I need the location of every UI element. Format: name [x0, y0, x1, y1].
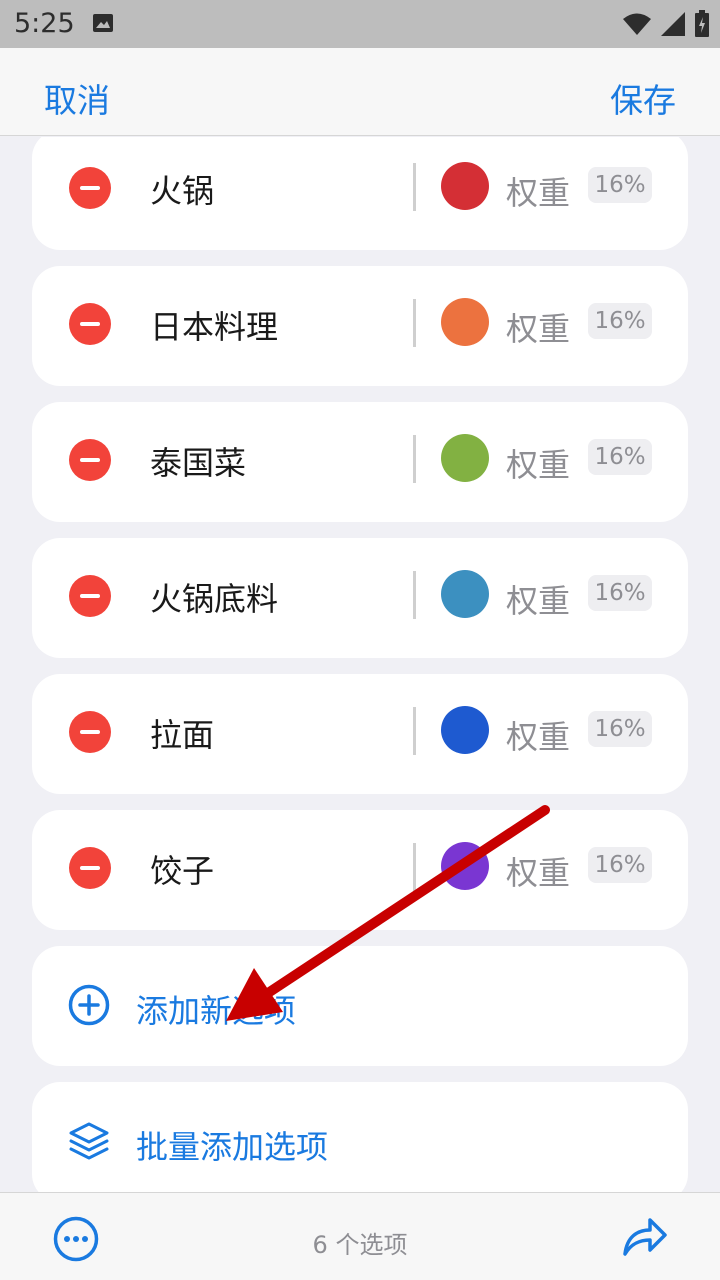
option-color-swatch[interactable] — [441, 570, 489, 618]
plus-circle-icon — [68, 984, 110, 1030]
weight-label: 权重 — [506, 310, 571, 348]
remove-option-button[interactable] — [69, 575, 111, 617]
add-option-label: 添加新选项 — [136, 992, 297, 1030]
weight-label: 权重 — [506, 718, 571, 756]
option-name[interactable]: 泰国菜 — [150, 438, 246, 484]
option-card: 泰国菜 权重 16% — [32, 402, 688, 522]
option-color-swatch[interactable] — [441, 842, 489, 890]
divider — [413, 843, 416, 891]
layers-icon — [68, 1120, 110, 1166]
remove-option-button[interactable] — [69, 167, 111, 209]
option-color-swatch[interactable] — [441, 434, 489, 482]
option-card: 火锅底料 权重 16% — [32, 538, 688, 658]
weight-badge[interactable]: 16% — [588, 847, 652, 883]
weight-badge[interactable]: 16% — [588, 303, 652, 339]
battery-icon — [694, 10, 710, 42]
weight-badge[interactable]: 16% — [588, 439, 652, 475]
status-time: 5:25 — [14, 8, 75, 39]
divider — [413, 435, 416, 483]
option-color-swatch[interactable] — [441, 298, 489, 346]
weight-label: 权重 — [506, 446, 571, 484]
image-notification-icon — [92, 13, 114, 37]
divider — [413, 707, 416, 755]
remove-option-button[interactable] — [69, 847, 111, 889]
cancel-button[interactable]: 取消 — [44, 74, 110, 122]
save-button[interactable]: 保存 — [610, 74, 676, 122]
option-color-swatch[interactable] — [441, 162, 489, 210]
bottom-bar: 6 个选项 — [0, 1192, 720, 1280]
weight-label: 权重 — [506, 582, 571, 620]
weight-badge[interactable]: 16% — [588, 711, 652, 747]
status-bar: 5:25 — [0, 0, 720, 48]
option-card: 火锅 权重 16% — [32, 137, 688, 250]
divider — [413, 299, 416, 347]
remove-option-button[interactable] — [69, 439, 111, 481]
option-name[interactable]: 火锅底料 — [150, 574, 278, 620]
bulk-add-button[interactable]: 批量添加选项 — [32, 1082, 688, 1192]
weight-label: 权重 — [506, 854, 571, 892]
option-card: 日本料理 权重 16% — [32, 266, 688, 386]
option-name[interactable]: 拉面 — [150, 710, 214, 756]
remove-option-button[interactable] — [69, 711, 111, 753]
option-color-swatch[interactable] — [441, 706, 489, 754]
weight-badge[interactable]: 16% — [588, 575, 652, 611]
weight-badge[interactable]: 16% — [588, 167, 652, 203]
nav-bar: 取消 保存 — [0, 48, 720, 136]
option-name[interactable]: 火锅 — [150, 166, 214, 212]
signal-icon — [660, 11, 686, 41]
option-name[interactable]: 日本料理 — [150, 302, 278, 348]
option-card: 拉面 权重 16% — [32, 674, 688, 794]
option-card: 饺子 权重 16% — [32, 810, 688, 930]
share-icon[interactable] — [622, 1215, 668, 1261]
options-list[interactable]: 火锅 权重 16% 日本料理 权重 16% 泰国菜 权重 16% 火锅底料 权重… — [0, 137, 720, 1192]
divider — [413, 571, 416, 619]
status-icons — [622, 10, 710, 42]
divider — [413, 163, 416, 211]
weight-label: 权重 — [506, 174, 571, 212]
bulk-add-label: 批量添加选项 — [136, 1128, 329, 1166]
option-name[interactable]: 饺子 — [150, 846, 214, 892]
remove-option-button[interactable] — [69, 303, 111, 345]
option-count: 6 个选项 — [312, 1231, 408, 1259]
add-option-button[interactable]: 添加新选项 — [32, 946, 688, 1066]
wifi-icon — [622, 12, 652, 40]
